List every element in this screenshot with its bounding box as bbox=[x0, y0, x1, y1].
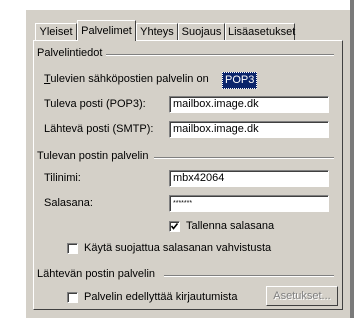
requires-auth-label[interactable]: Palvelin edellyttää kirjautumista bbox=[84, 291, 237, 303]
tab-security[interactable]: Suojaus bbox=[178, 23, 225, 40]
incoming-mail-label: Tuleva posti (POP3): bbox=[44, 98, 146, 110]
outgoing-settings-button[interactable]: Asetukset... bbox=[266, 286, 338, 306]
password-label: Salasana: bbox=[44, 197, 93, 209]
tab-general[interactable]: Yleiset bbox=[35, 23, 77, 40]
tab-advanced[interactable]: Lisäasetukset bbox=[225, 23, 295, 40]
account-properties-dialog: Yleiset Palvelimet Yhteys Suojaus Lisäas… bbox=[26, 10, 350, 318]
password-field[interactable]: ******* bbox=[169, 195, 329, 212]
outgoing-mail-label: Lähtevä posti (SMTP): bbox=[44, 123, 154, 135]
outgoing-server-group-title: Lähtevän postin palvelin bbox=[37, 268, 160, 280]
checkmark-icon bbox=[170, 223, 179, 230]
secure-auth-checkbox[interactable] bbox=[67, 243, 78, 254]
group-separator bbox=[154, 157, 334, 159]
background-left bbox=[0, 0, 26, 333]
incoming-server-type-label: Tulevien sähköpostien palvelin on bbox=[44, 73, 209, 85]
background-bottom bbox=[0, 318, 354, 333]
tab-connection[interactable]: Yhteys bbox=[136, 23, 178, 40]
incoming-mail-field[interactable]: mailbox.image.dk bbox=[169, 96, 329, 113]
account-name-label: Tilinimi: bbox=[44, 172, 81, 184]
secure-auth-label[interactable]: Käytä suojattua salasanan vahvistusta bbox=[84, 242, 271, 254]
account-name-field[interactable]: mbx42064 bbox=[169, 170, 329, 187]
server-info-group-title: Palvelintiedot bbox=[37, 47, 107, 59]
window-edge-right bbox=[350, 0, 354, 333]
outgoing-mail-field[interactable]: mailbox.image.dk bbox=[169, 121, 329, 138]
incoming-server-group-title: Tulevan postin palvelin bbox=[37, 150, 153, 162]
requires-auth-checkbox[interactable] bbox=[67, 292, 78, 303]
remember-password-label[interactable]: Tallenna salasana bbox=[186, 220, 274, 232]
group-separator bbox=[164, 275, 334, 277]
servers-tab-panel: Palvelintiedot Tulevien sähköpostien pal… bbox=[33, 40, 343, 310]
tab-servers[interactable]: Palvelimet bbox=[77, 20, 136, 41]
group-separator bbox=[94, 54, 334, 56]
incoming-server-type-label-text: ulevien sähköpostien palvelin on bbox=[50, 73, 209, 85]
remember-password-checkbox[interactable] bbox=[169, 221, 180, 232]
incoming-server-type-value[interactable]: POP3 bbox=[222, 72, 258, 89]
